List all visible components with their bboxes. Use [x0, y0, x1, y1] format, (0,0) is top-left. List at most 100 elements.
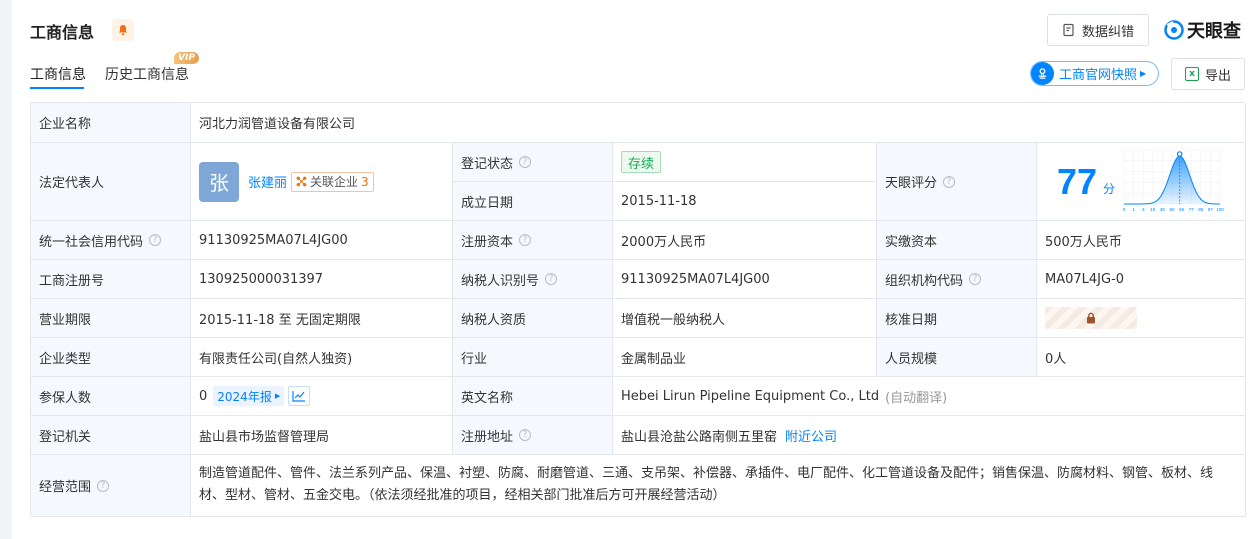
help-icon[interactable]: ?: [545, 273, 558, 285]
x-tick-label: 50: [1169, 207, 1175, 212]
taxpayer-id-label-text: 纳税人识别号: [461, 273, 540, 289]
help-icon[interactable]: ?: [943, 175, 956, 188]
term-value: 2015-11-18 至 无固定期限: [191, 299, 453, 338]
reg-capital-label-text: 注册资本: [461, 234, 514, 250]
paid-capital-label: 实缴资本: [877, 221, 1037, 260]
data-correction-label: 数据纠错: [1081, 24, 1134, 40]
english-name-label: 英文名称: [453, 377, 613, 416]
score-value: 77: [1057, 160, 1098, 202]
reg-capital-value: 2000万人民币: [613, 221, 877, 260]
approval-date-cell: [1037, 299, 1246, 338]
annual-report-button[interactable]: 2024年报 ▶: [213, 386, 285, 406]
taxpayer-qual-label: 纳税人资质: [453, 299, 613, 338]
section-title: 工商信息: [30, 23, 95, 42]
stamp-icon: [1031, 62, 1054, 85]
locked-content[interactable]: [1045, 307, 1137, 329]
help-icon[interactable]: ?: [97, 479, 110, 492]
export-label: 导出: [1204, 68, 1231, 84]
taxpayer-id-value: 91130925MA07L4JG00: [613, 260, 877, 299]
x-tick-label: 35: [1160, 207, 1166, 212]
lock-icon: [1087, 312, 1095, 324]
business-info-table: 企业名称 河北力润管道设备有限公司 法定代表人 张 张建丽 关联企业 3 登记状…: [30, 102, 1246, 517]
legal-rep-cell: 张 张建丽 关联企业 3: [191, 143, 453, 221]
data-correction-button[interactable]: 数据纠错: [1047, 14, 1149, 46]
help-icon[interactable]: ?: [519, 429, 532, 441]
reg-status-label-text: 登记状态: [461, 156, 514, 172]
x-tick-label: 85: [1198, 207, 1204, 212]
score-label-text: 天眼评分: [885, 176, 938, 191]
eye-logo-icon: [1164, 20, 1184, 40]
reg-no-label: 工商注册号: [31, 260, 191, 299]
company-name-value: 河北力润管道设备有限公司: [191, 103, 1246, 143]
scope-label: 经营范围?: [31, 455, 191, 517]
org-code-label: 组织机构代码?: [877, 260, 1037, 299]
bell-icon[interactable]: [112, 19, 134, 41]
industry-value: 金属制品业: [613, 338, 877, 377]
org-code-value: MA07L4JG-0: [1037, 260, 1246, 299]
tab-business-info[interactable]: 工商信息: [30, 64, 86, 84]
company-type-label: 企业类型: [31, 338, 191, 377]
x-tick-label: 0: [1123, 207, 1126, 212]
approval-date-label: 核准日期: [877, 299, 1037, 338]
staff-label: 人员规模: [877, 338, 1037, 377]
tab-underline: [30, 87, 84, 89]
document-edit-icon: [1063, 23, 1074, 37]
score-chart-svg: 0 1 3 15 35 50 65 77 85 97 100: [1123, 149, 1224, 212]
trend-chart-button[interactable]: [288, 386, 311, 406]
legal-rep-name-link[interactable]: 张建丽: [248, 172, 287, 191]
term-label: 营业期限: [31, 299, 191, 338]
score-unit: 分: [1103, 182, 1116, 196]
reg-no-value: 130925000031397: [191, 260, 453, 299]
reg-capital-label: 注册资本?: [453, 221, 613, 260]
legal-rep-label: 法定代表人: [31, 143, 191, 221]
help-icon[interactable]: ?: [519, 156, 532, 168]
business-info-card: 工商信息 数据纠错 天眼查 工商信息 历史工商信息 VIP 工商官网快照 ▶ x…: [12, 0, 1260, 539]
company-name-label: 企业名称: [31, 103, 191, 143]
x-tick-label: 15: [1150, 207, 1156, 212]
address-label-text: 注册地址: [461, 429, 514, 445]
annual-report-label: 2024年报: [217, 389, 272, 404]
x-tick-label: 77: [1189, 207, 1195, 212]
founded-label: 成立日期: [453, 182, 613, 221]
english-name-value: Hebei Lirun Pipeline Equipment Co., Ltd: [621, 388, 880, 404]
official-snapshot-button[interactable]: 工商官网快照 ▶: [1030, 61, 1159, 86]
industry-label: 行业: [453, 338, 613, 377]
address-cell: 盐山县沧盐公路南侧五里窑 附近公司: [613, 416, 1246, 455]
insured-cell: 0 2024年报 ▶: [191, 377, 453, 416]
org-code-label-text: 组织机构代码: [885, 273, 964, 289]
help-icon[interactable]: ?: [969, 273, 982, 285]
insured-label: 参保人数: [31, 377, 191, 416]
x-tick-label: 3: [1142, 207, 1145, 212]
caret-right-icon: ▶: [274, 392, 281, 400]
authority-value: 盐山县市场监督管理局: [191, 416, 453, 455]
insured-value: 0: [199, 388, 208, 404]
score-distribution-chart: 0 1 3 15 35 50 65 77 85 97 100: [1120, 148, 1224, 214]
logo-text: 天眼查: [1187, 21, 1241, 42]
credit-code-label: 统一社会信用代码?: [31, 221, 191, 260]
scope-value: 制造管道配件、管件、法兰系列产品、保温、衬塑、防腐、耐磨管道、三通、支吊架、补偿…: [191, 455, 1246, 517]
x-tick-label: 65: [1179, 207, 1185, 212]
tab-history-business-info[interactable]: 历史工商信息: [105, 64, 189, 84]
reg-status-label: 登记状态?: [453, 143, 613, 182]
status-badge: 存续: [621, 151, 662, 173]
help-icon[interactable]: ?: [149, 234, 162, 246]
avatar: 张: [199, 161, 239, 202]
trend-chart-icon: [292, 391, 306, 402]
related-companies-label: 关联企业: [310, 175, 359, 189]
company-type-value: 有限责任公司(自然人独资): [191, 338, 453, 377]
related-companies-badge[interactable]: 关联企业 3: [291, 171, 374, 192]
x-tick-label: 97: [1208, 207, 1214, 212]
founded-value: 2015-11-18: [613, 182, 877, 221]
snapshot-label: 工商官网快照: [1059, 68, 1138, 83]
paid-capital-value: 500万人民币: [1037, 221, 1246, 260]
staff-value: 0人: [1037, 338, 1246, 377]
english-name-cell: Hebei Lirun Pipeline Equipment Co., Ltd …: [613, 377, 1246, 416]
help-icon[interactable]: ?: [519, 234, 532, 246]
export-button[interactable]: x 导出: [1171, 58, 1245, 90]
nearby-companies-link[interactable]: 附近公司: [785, 426, 837, 445]
auto-translate-note: (自动翻译): [885, 390, 948, 406]
taxpayer-id-label: 纳税人识别号?: [453, 260, 613, 299]
network-icon: [296, 176, 307, 187]
scrollbar: [0, 0, 12, 539]
credit-code-label-text: 统一社会信用代码: [39, 234, 144, 250]
